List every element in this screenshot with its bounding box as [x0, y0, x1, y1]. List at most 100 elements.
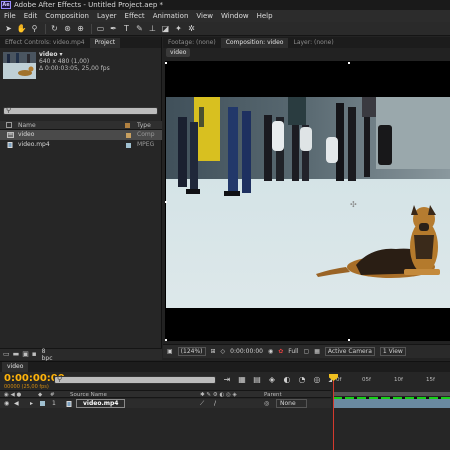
bit-depth-button[interactable]: 8 bpc — [42, 348, 53, 362]
tab-composition[interactable]: Composition: video — [220, 38, 289, 48]
layer-name[interactable]: video.mp4 — [76, 399, 126, 408]
hand-tool-icon[interactable]: ✋ — [16, 23, 27, 34]
safe-margins-icon[interactable]: ⊞ — [211, 348, 216, 355]
mask-visibility-icon[interactable]: ◇ — [221, 348, 226, 355]
tab-project[interactable]: Project — [89, 38, 121, 48]
composition-icon — [7, 132, 14, 138]
project-panel-footer: ▭ ▬ ▣ ▪ 8 bpc ▸ — [0, 348, 172, 362]
label-column-icon[interactable] — [6, 122, 12, 128]
motion-blur-icon[interactable]: ◐ — [282, 375, 292, 385]
brush-tool-icon[interactable]: ✎ — [134, 23, 145, 34]
project-search-input[interactable]: ⚲ — [3, 106, 158, 115]
camera-tool-icon[interactable]: ⊛ — [62, 23, 73, 34]
hide-shy-layers-icon[interactable]: ▤ — [252, 375, 262, 385]
puppet-tool-icon[interactable]: ✲ — [186, 23, 197, 34]
timeline-search-input[interactable]: ⚲ — [54, 375, 216, 384]
menu-help[interactable]: Help — [257, 12, 273, 20]
shy-switch-icon[interactable]: ⟋ — [200, 399, 204, 408]
quality-switch-icon[interactable]: / — [214, 399, 216, 408]
transparency-grid-icon[interactable]: ▦ — [314, 348, 320, 355]
pen-tool-icon[interactable]: ✒ — [108, 23, 119, 34]
graph-editor-icon[interactable]: ◎ — [312, 375, 322, 385]
timeline-layer-row[interactable]: ◉ ◀ ▸ 1 video.mp4 ⟋ / ◎ None — [0, 399, 331, 408]
new-folder-icon[interactable]: ▬ — [13, 351, 20, 358]
column-name[interactable]: Name — [18, 121, 36, 130]
parent-pickwhip-icon[interactable]: ◎ — [264, 399, 269, 408]
ruler-tick-label: 15f — [426, 377, 435, 383]
visibility-eye-icon[interactable]: ◉ — [4, 399, 9, 408]
roto-brush-tool-icon[interactable]: ✦ — [173, 23, 184, 34]
app-logo-icon: Ae — [1, 1, 11, 9]
composition-mini-flowchart-icon[interactable]: ⇥ — [222, 375, 232, 385]
frame-handle[interactable] — [348, 62, 350, 64]
brainstorm-icon[interactable]: ◔ — [297, 375, 307, 385]
av-features-header-icon[interactable]: ◉ ◀ ● — [4, 391, 21, 399]
menu-layer[interactable]: Layer — [97, 12, 117, 20]
project-item-label: video — [18, 131, 35, 138]
tab-timeline-video[interactable]: video — [2, 362, 29, 372]
tab-footage[interactable]: Footage: (none) — [163, 38, 221, 48]
current-time-indicator[interactable] — [333, 374, 334, 450]
anchor-point-icon[interactable]: ✣ — [350, 200, 357, 209]
label-color-swatch[interactable] — [40, 401, 45, 406]
region-of-interest-icon[interactable]: ▢ — [304, 348, 310, 355]
menu-effect[interactable]: Effect — [125, 12, 145, 20]
frame-handle[interactable] — [165, 339, 167, 341]
label-color-swatch[interactable] — [126, 133, 131, 138]
tab-effect-controls[interactable]: Effect Controls: video.mp4 — [0, 38, 90, 48]
always-preview-icon[interactable]: ▣ — [167, 348, 173, 355]
frame-handle[interactable] — [165, 201, 167, 203]
project-panel-tabbar: Effect Controls: video.mp4 Project — [0, 37, 161, 48]
expand-arrow-icon[interactable]: ▸ — [30, 399, 33, 408]
delete-icon[interactable]: ▪ — [32, 351, 37, 358]
menu-window[interactable]: Window — [221, 12, 249, 20]
eraser-tool-icon[interactable]: ◪ — [160, 23, 171, 34]
camera-view-dropdown[interactable]: Active Camera — [324, 347, 375, 356]
label-header-icon[interactable]: ◆ — [38, 391, 42, 399]
current-time-display[interactable]: 0:00:00:00 — [230, 348, 263, 355]
composition-viewer[interactable]: ✣ — [165, 61, 450, 341]
rotate-tool-icon[interactable]: ↻ — [49, 23, 60, 34]
clone-stamp-tool-icon[interactable]: ⊥ — [147, 23, 158, 34]
new-composition-icon[interactable]: ▣ — [22, 351, 29, 358]
magnification-dropdown[interactable]: (124%) — [177, 347, 206, 356]
selection-tool-icon[interactable]: ➤ — [3, 23, 14, 34]
label-color-column-icon[interactable] — [125, 123, 130, 128]
mask-tool-icon[interactable]: ▭ — [95, 23, 106, 34]
tab-layer[interactable]: Layer: (none) — [288, 38, 338, 48]
project-list-item[interactable]: video Comp — [0, 130, 162, 140]
menu-animation[interactable]: Animation — [153, 12, 189, 20]
frame-handle[interactable] — [348, 339, 350, 341]
type-tool-icon[interactable]: T — [121, 23, 132, 34]
parent-header[interactable]: Parent — [264, 391, 282, 399]
switches-header-icon[interactable]: ✱ ✎ ⚙ ◐ ◎ ◈ — [200, 391, 237, 399]
label-color-swatch[interactable] — [126, 143, 131, 148]
source-name-header[interactable]: Source Name — [70, 391, 107, 399]
draft-3d-icon[interactable]: ▦ — [237, 375, 247, 385]
snapshot-icon[interactable]: ◉ — [268, 348, 273, 355]
resolution-dropdown[interactable]: Full — [288, 348, 298, 355]
ruler-tick-label: 10f — [394, 377, 403, 383]
work-area-bar[interactable] — [333, 392, 450, 396]
project-list-item[interactable]: video.mp4 MPEG — [0, 140, 162, 150]
timeline-tabbar: video — [0, 362, 450, 372]
layer-duration-bar[interactable] — [333, 399, 450, 408]
parent-dropdown[interactable]: None — [276, 399, 307, 408]
audio-icon[interactable]: ◀ — [14, 399, 19, 408]
menu-file[interactable]: File — [4, 12, 16, 20]
column-type[interactable]: Type — [137, 121, 151, 130]
timeline-column-headers: ◉ ◀ ● ◆ # Source Name ✱ ✎ ⚙ ◐ ◎ ◈ Parent — [0, 390, 331, 398]
pan-behind-tool-icon[interactable]: ⊕ — [75, 23, 86, 34]
composition-subtab[interactable]: video — [166, 48, 191, 57]
menu-edit[interactable]: Edit — [24, 12, 38, 20]
frame-blending-icon[interactable]: ◈ — [267, 375, 277, 385]
project-item-name[interactable]: video ▾ — [39, 51, 110, 58]
frame-handle[interactable] — [165, 62, 167, 64]
interpret-footage-icon[interactable]: ▭ — [3, 351, 10, 358]
menu-view[interactable]: View — [196, 12, 213, 20]
channel-rgb-icon[interactable]: ✿ — [278, 348, 283, 355]
number-header[interactable]: # — [50, 391, 55, 399]
menu-composition[interactable]: Composition — [45, 12, 89, 20]
zoom-tool-icon[interactable]: ⚲ — [29, 23, 40, 34]
view-layout-dropdown[interactable]: 1 View — [379, 347, 406, 356]
